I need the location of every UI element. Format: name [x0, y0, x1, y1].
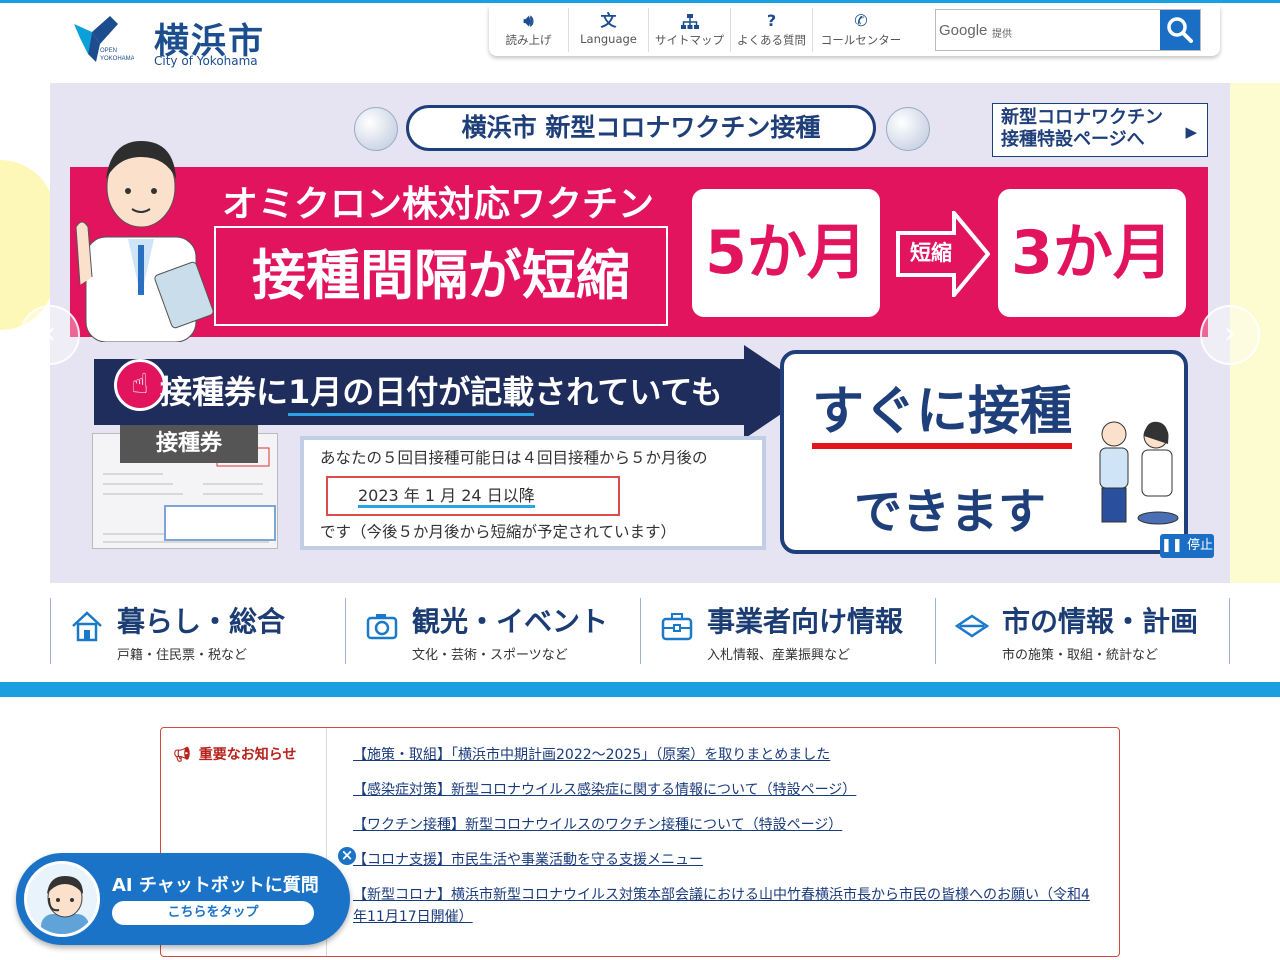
notice-link[interactable]: 【コロナ支援】市民生活や事業活動を守る支援メニュー [353, 849, 1103, 871]
ai-chatbot-button[interactable]: AI チャットボットに質問 こちらをタップ [16, 853, 350, 945]
pointing-hand-icon: ☝ [114, 359, 166, 411]
ticket-highlight [164, 505, 276, 541]
slide-next-button[interactable]: › [1200, 305, 1260, 365]
svg-text:OPEN: OPEN [100, 48, 117, 54]
faq-button[interactable]: ? よくある質問 [731, 8, 813, 52]
category-nav: 暮らし・総合 戸籍・住民票・税など 観光・イベント 文化・芸術・スポーツなど 事… [50, 598, 1230, 666]
can-do-text: できます [854, 484, 1047, 540]
nurse-patient-illustration [1099, 421, 1179, 525]
chatbot-close-button[interactable]: × [336, 845, 358, 867]
notice-list: 【施策・取組】「横浜市中期計画2022～2025」（原案）を取りまとめました 【… [353, 744, 1103, 941]
category-city-info[interactable]: 市の情報・計画 市の施策・取組・統計など [935, 598, 1230, 664]
category-living[interactable]: 暮らし・総合 戸籍・住民票・税など [50, 598, 345, 664]
phone-icon: ✆ [854, 11, 868, 30]
special-page-label: 新型コロナワクチン 接種特設ページへ [1001, 107, 1163, 150]
city-name-en: City of Yokohama [154, 54, 258, 68]
vaccinate-now-box: すぐに接種 できます [780, 350, 1188, 554]
vaccinate-now-text: すぐに接種 [812, 383, 1073, 450]
chevron-right-icon: › [1224, 316, 1236, 351]
pause-icon: ❚❚ [1161, 538, 1187, 553]
shortened-label: 短縮 [908, 237, 954, 267]
svg-text:YOKOHAMA: YOKOHAMA [100, 56, 134, 62]
operator-avatar [24, 861, 100, 937]
play-arrow-icon: ▶ [1185, 123, 1197, 141]
info-date-box: 2023 年 1 月 24 日以降 [326, 476, 620, 516]
chatbot-tap-label: こちらをタップ [112, 901, 314, 925]
section-divider-bar [0, 682, 1280, 697]
chatbot-title: AI チャットボットに質問 [112, 875, 319, 896]
interval-headline: 接種間隔が短縮 [214, 226, 668, 326]
language-icon: 文 [600, 11, 617, 30]
sitemap-icon [649, 8, 730, 32]
info-date: 2023 年 1 月 24 日以降 [358, 486, 535, 508]
search-icon [1167, 17, 1193, 43]
notice-title: 重要なお知らせ [198, 747, 297, 763]
notice-link[interactable]: 【新型コロナ】横浜市新型コロナウイルス対策本部会議における山中竹春横浜市長から市… [353, 884, 1093, 928]
question-icon: ? [766, 11, 777, 30]
omicron-headline: オミクロン株対応ワクチン [222, 184, 655, 225]
banner-vaccine-title: 横浜市 新型コロナワクチン接種 [406, 105, 876, 151]
syringe-ball-icon [886, 107, 930, 151]
search-input[interactable] [936, 10, 1156, 50]
slide-prev-button[interactable]: ‹ [20, 305, 80, 365]
vaccine-banner-slide[interactable]: 横浜市 新型コロナワクチン接種 新型コロナワクチン 接種特設ページへ ▶ オミク… [50, 83, 1230, 583]
chevron-left-icon: ‹ [44, 316, 56, 351]
megaphone-icon: 📢︎ [173, 747, 191, 763]
sitemap-button[interactable]: サイトマップ [649, 8, 731, 52]
pause-slideshow-button[interactable]: ❚❚ 停止 [1160, 534, 1214, 558]
ticket-label: 接種券 [120, 425, 258, 463]
from-months-badge: 5か月 [692, 189, 880, 317]
briefcase-icon [661, 613, 693, 641]
layers-icon [954, 614, 990, 638]
search-button[interactable] [1160, 10, 1200, 50]
info-line-3: です（今後５か月後から短縮が予定されています） [320, 523, 677, 541]
read-aloud-button[interactable]: 🔊︎ 読み上げ [489, 8, 569, 52]
site-search: Google 提供 [935, 9, 1201, 51]
info-line-1: あなたの５回目接種可能日は４回目接種から５か月後の [320, 449, 708, 467]
special-page-link[interactable]: 新型コロナワクチン 接種特設ページへ ▶ [992, 103, 1208, 157]
header-toolbar: 🔊︎ 読み上げ 文 Language サイトマップ ? よくある質問 ✆ コール… [489, 6, 1220, 56]
notice-link[interactable]: 【施策・取組】「横浜市中期計画2022～2025」（原案）を取りまとめました [353, 744, 1103, 766]
call-center-button[interactable]: ✆ コールセンター [813, 8, 909, 52]
notice-link[interactable]: 【感染症対策】新型コロナウイルス感染症に関する情報について（特設ページ） [353, 779, 1103, 801]
ticket-notice: 接種券に1月の日付が記載されていても [160, 367, 723, 416]
category-business[interactable]: 事業者向け情報 入札情報、産業振興など [640, 598, 935, 664]
top-accent-line [0, 0, 1280, 3]
house-icon [72, 611, 102, 642]
yokohama-logo-icon: OPEN YOKOHAMA [74, 16, 134, 62]
syringe-ball-icon [354, 107, 398, 151]
close-icon: × [340, 846, 354, 864]
doctor-illustration [75, 141, 214, 342]
eligibility-info-box: あなたの５回目接種可能日は４回目接種から５か月後の 2023 年 1 月 24 … [300, 436, 766, 550]
language-button[interactable]: 文 Language [569, 8, 649, 52]
camera-icon [366, 614, 398, 640]
site-logo[interactable]: OPEN YOKOHAMA 横浜市 City of Yokohama [70, 14, 280, 72]
notice-link[interactable]: 【ワクチン接種】新型コロナウイルスのワクチン接種について（特設ページ） [353, 814, 1103, 836]
to-months-badge: 3か月 [998, 189, 1186, 317]
category-tourism[interactable]: 観光・イベント 文化・芸術・スポーツなど [345, 598, 640, 664]
speaker-icon: 🔊︎ [523, 11, 534, 30]
